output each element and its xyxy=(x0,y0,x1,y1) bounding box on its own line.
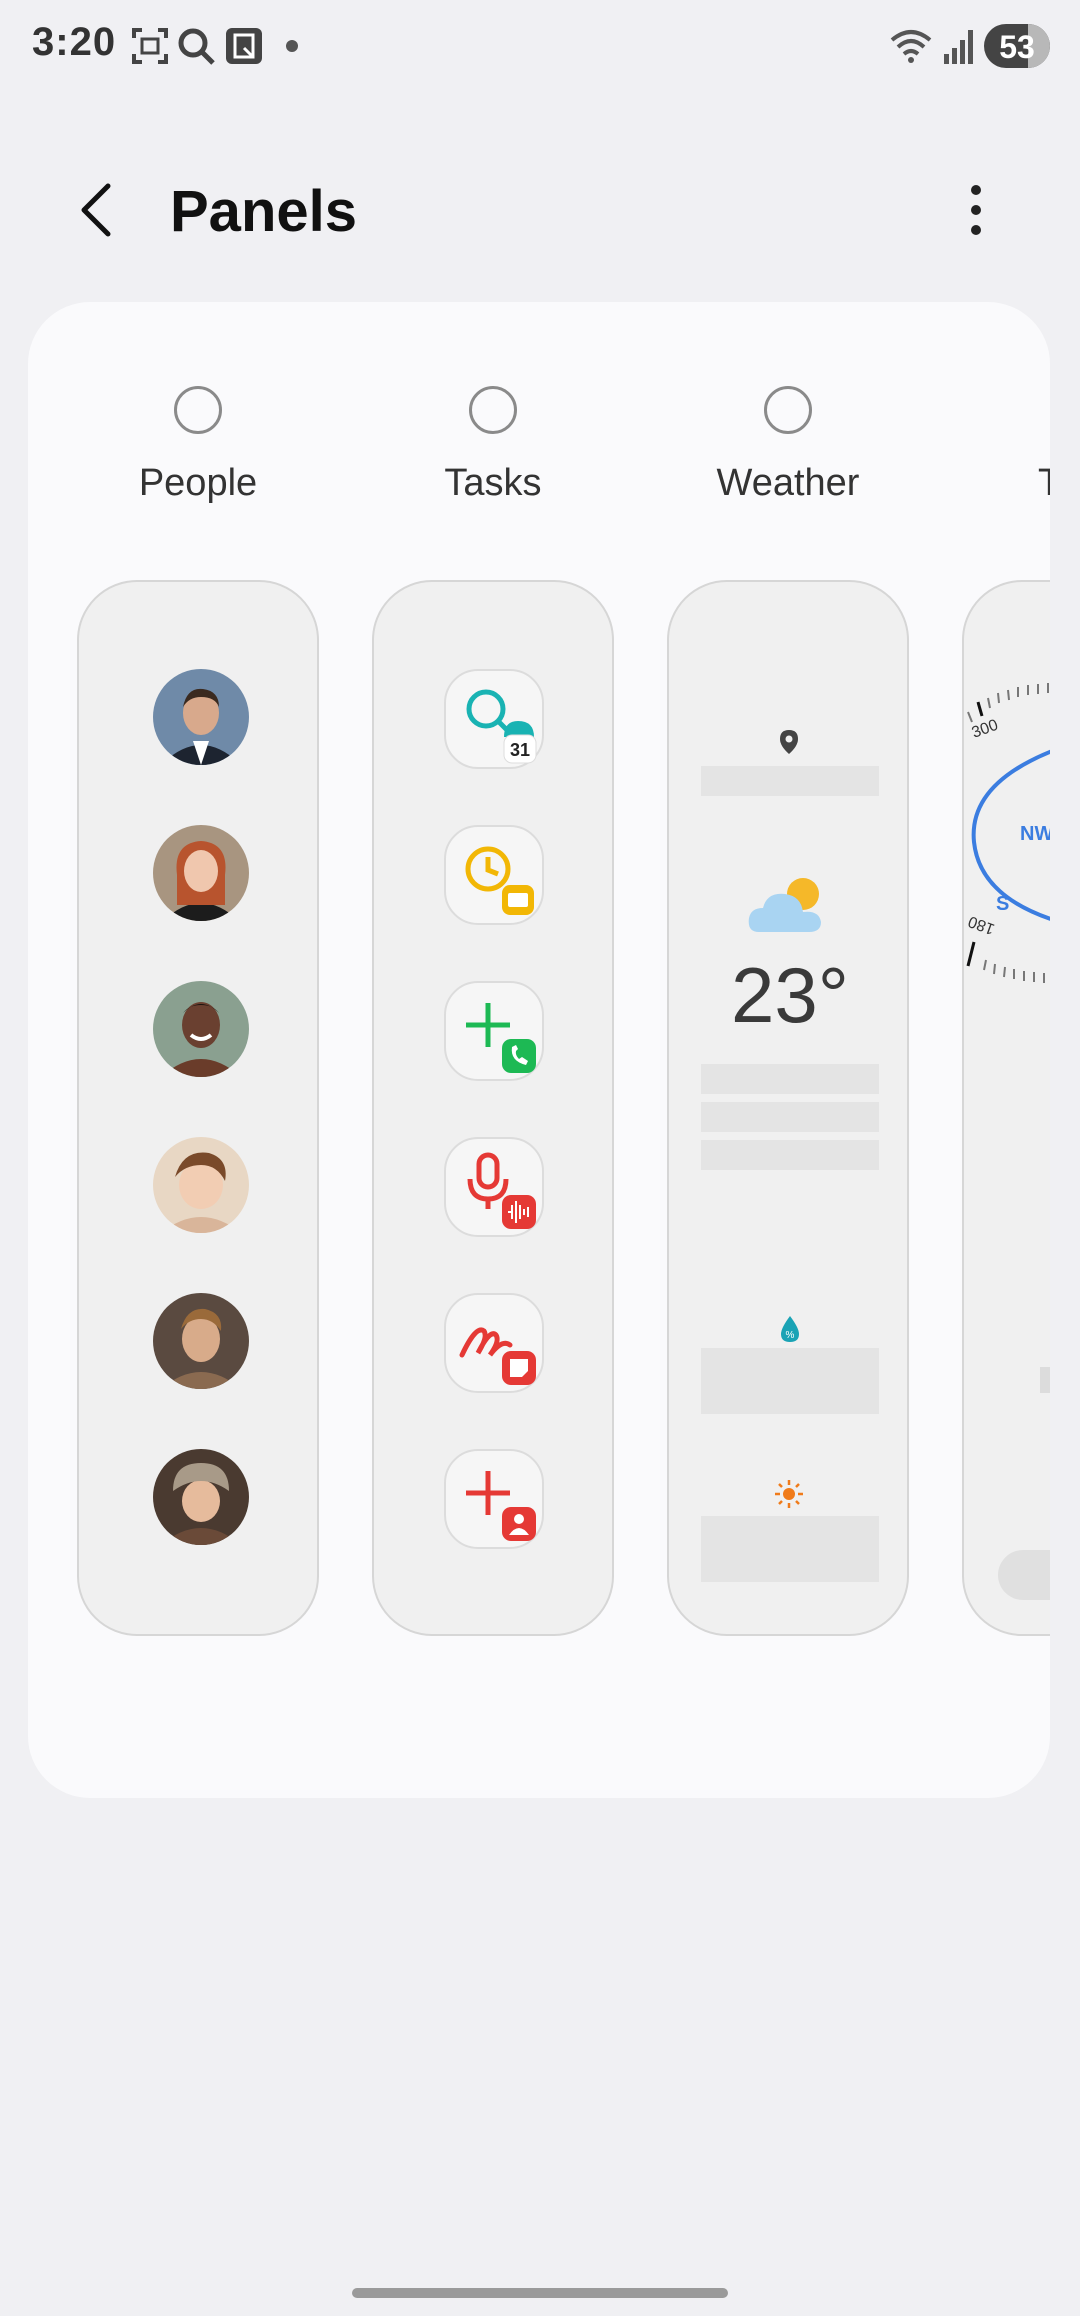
weather-panel-preview[interactable]: 23° % xyxy=(667,580,909,1636)
screenshot-icon xyxy=(132,28,168,64)
panels-card: People Tasks Weather T 31 23° % 300 180 … xyxy=(28,302,1050,1798)
panel-label-people: People xyxy=(138,462,258,504)
sun-uv-icon xyxy=(775,1480,803,1508)
compass-tick-180: 180 xyxy=(966,912,997,937)
app-header: Panels xyxy=(0,150,1080,270)
task-search-calendar[interactable]: 31 xyxy=(444,669,544,769)
app-notification-icon xyxy=(226,28,262,64)
calendar-day-badge: 31 xyxy=(510,740,530,760)
task-add-contact[interactable] xyxy=(444,1449,544,1549)
radio-people[interactable] xyxy=(174,386,222,434)
contact-avatar[interactable] xyxy=(153,669,249,765)
compass-dial-icon: 300 180 S NW xyxy=(966,683,1050,983)
back-arrow-icon[interactable] xyxy=(70,180,130,240)
radio-weather[interactable] xyxy=(764,386,812,434)
contact-avatar[interactable] xyxy=(153,1293,249,1389)
status-bar: 3:20 53 xyxy=(0,0,1080,95)
panel-label-weather: Weather xyxy=(716,462,860,504)
search-icon xyxy=(178,28,215,65)
people-panel-preview[interactable] xyxy=(77,580,319,1636)
signal-icon xyxy=(944,30,973,64)
task-voice-recorder[interactable] xyxy=(444,1137,544,1237)
compass-direction-label: NW xyxy=(1020,823,1050,845)
contact-avatar[interactable] xyxy=(153,825,249,921)
panel-label-tasks: Tasks xyxy=(444,462,542,504)
partly-cloudy-icon xyxy=(748,878,821,932)
battery-level: 53 xyxy=(999,29,1035,65)
voice-recorder-icon xyxy=(467,1152,536,1229)
radio-tasks[interactable] xyxy=(469,386,517,434)
search-calendar-icon: 31 xyxy=(466,689,537,764)
panel-label-partial: T xyxy=(1038,462,1050,504)
weather-temperature: 23° xyxy=(731,951,849,1039)
task-clock-folder[interactable] xyxy=(444,825,544,925)
task-add-contact-call[interactable] xyxy=(444,981,544,1081)
compass-panel-preview[interactable]: 300 180 S NW xyxy=(962,580,1050,1636)
task-notes[interactable] xyxy=(444,1293,544,1393)
page-title: Panels xyxy=(170,179,357,244)
notes-scribble-icon xyxy=(459,1327,536,1385)
add-call-icon xyxy=(466,1003,536,1073)
wifi-icon xyxy=(890,30,932,63)
status-time: 3:20 xyxy=(32,20,117,64)
home-indicator[interactable] xyxy=(352,2288,728,2298)
more-vertical-icon[interactable] xyxy=(946,180,1006,240)
battery-indicator: 53 xyxy=(984,24,1050,68)
compass-tick-300: 300 xyxy=(970,717,1001,742)
contact-avatar[interactable] xyxy=(153,981,249,1077)
add-contact-icon xyxy=(466,1471,536,1541)
contact-avatar[interactable] xyxy=(153,1137,249,1233)
contact-avatar[interactable] xyxy=(153,1449,249,1545)
tasks-panel-preview[interactable]: 31 xyxy=(372,580,614,1636)
humidity-drop-icon: % xyxy=(781,1316,799,1342)
svg-text:%: % xyxy=(786,1330,795,1341)
clock-folder-icon xyxy=(465,846,534,915)
location-pin-icon xyxy=(780,730,798,754)
dot-icon xyxy=(286,40,298,52)
